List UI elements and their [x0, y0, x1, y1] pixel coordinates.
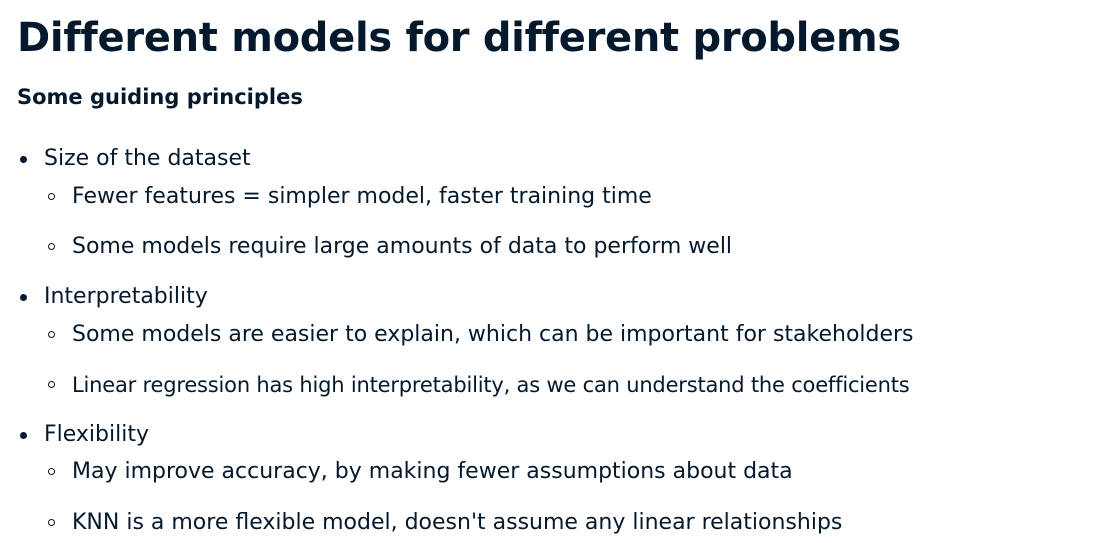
- bullet-icon: [20, 156, 27, 163]
- sub-bullet-icon: [48, 519, 55, 526]
- bullet-text: Interpretability: [44, 284, 208, 309]
- sub-bullet-text: May improve accuracy, by making fewer as…: [72, 459, 793, 484]
- sub-bullet-icon: [48, 331, 55, 338]
- sub-bullet-icon: [48, 243, 55, 250]
- bullet-item: Interpretability: [0, 282, 1118, 312]
- bullet-text: Flexibility: [44, 422, 149, 447]
- bullet-icon: [20, 294, 27, 301]
- slide-subtitle: Some guiding principles: [17, 85, 303, 109]
- sub-bullet-item: May improve accuracy, by making fewer as…: [0, 457, 1118, 487]
- sub-bullet-text: Some models require large amounts of dat…: [72, 234, 733, 259]
- slide-title: Different models for different problems: [17, 15, 901, 61]
- sub-bullet-text: Linear regression has high interpretabil…: [72, 373, 910, 397]
- sub-bullet-item: Some models are easier to explain, which…: [0, 320, 1118, 350]
- slide: Different models for different problems …: [0, 0, 1118, 543]
- bullet-text: Size of the dataset: [44, 146, 251, 171]
- sub-bullet-text: KNN is a more flexible model, doesn't as…: [72, 510, 843, 535]
- sub-bullet-text: Some models are easier to explain, which…: [72, 322, 914, 347]
- sub-bullet-item: KNN is a more flexible model, doesn't as…: [0, 508, 1118, 538]
- sub-bullet-item: Fewer features = simpler model, faster t…: [0, 182, 1118, 212]
- sub-bullet-icon: [48, 468, 55, 475]
- sub-bullet-icon: [48, 381, 55, 388]
- bullet-icon: [20, 432, 27, 439]
- sub-bullet-text: Fewer features = simpler model, faster t…: [72, 184, 652, 209]
- sub-bullet-item: Linear regression has high interpretabil…: [0, 370, 1118, 400]
- bullet-item: Flexibility: [0, 420, 1118, 450]
- bullet-item: Size of the dataset: [0, 144, 1118, 174]
- sub-bullet-icon: [48, 193, 55, 200]
- sub-bullet-item: Some models require large amounts of dat…: [0, 232, 1118, 262]
